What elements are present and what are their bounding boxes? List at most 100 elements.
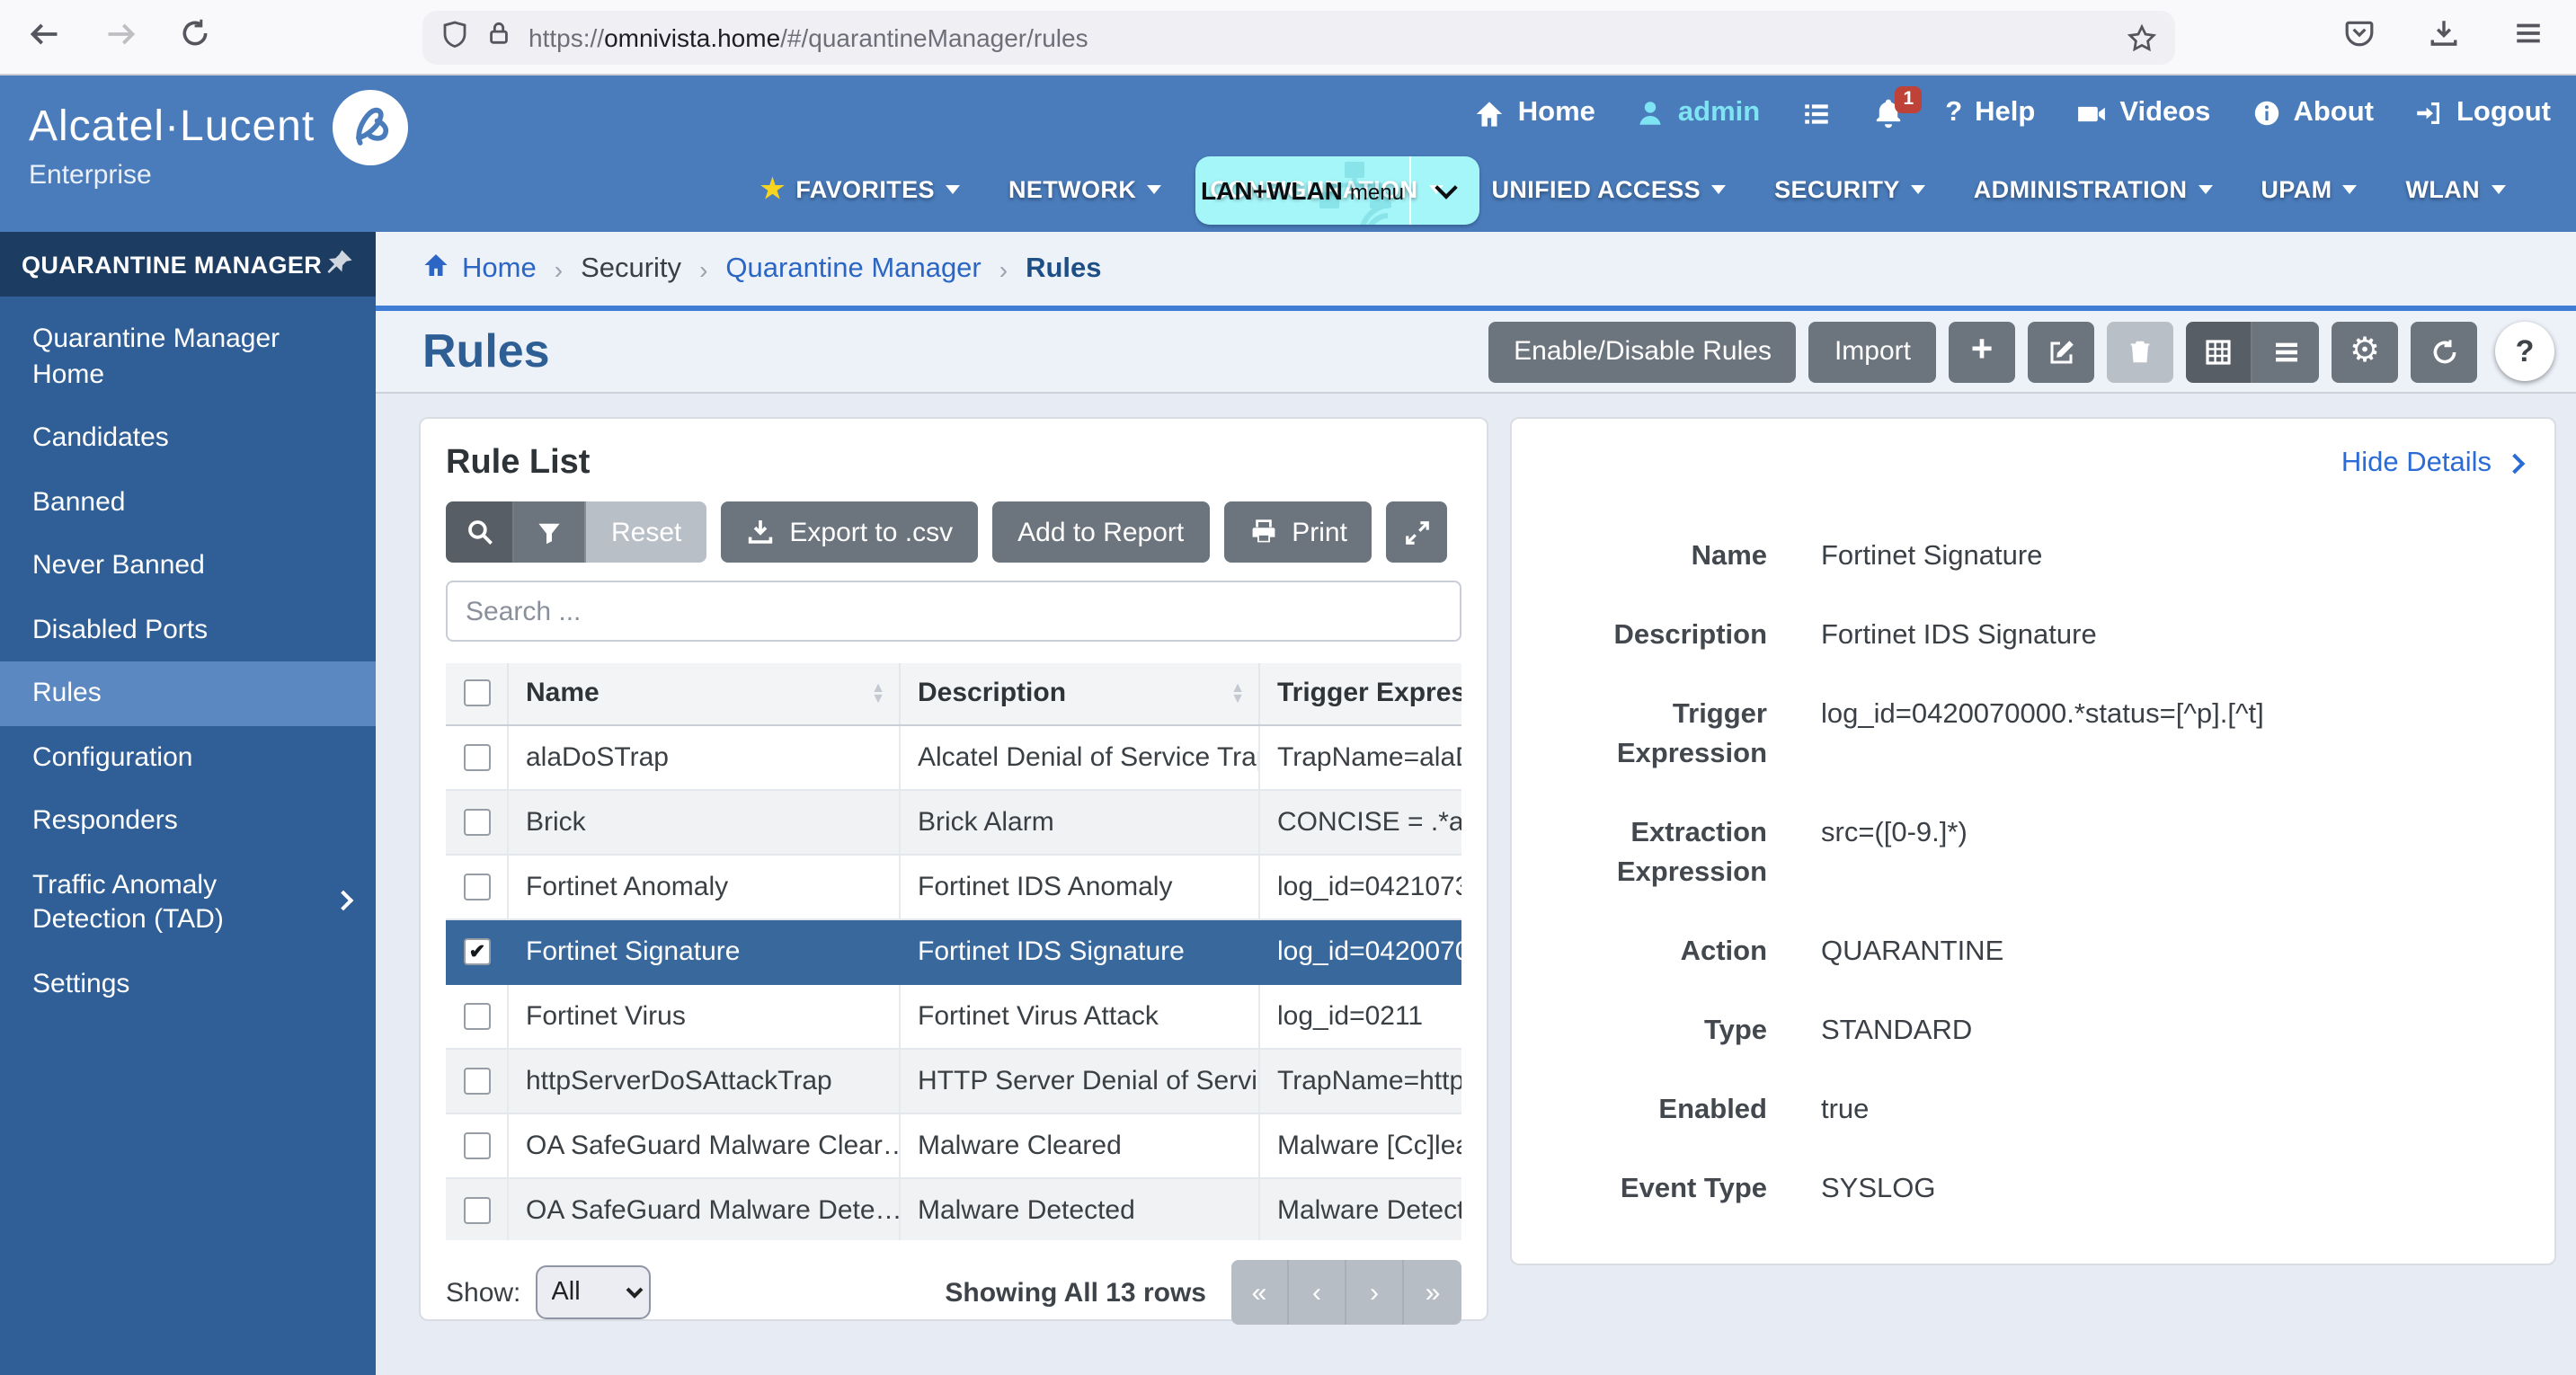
breadcrumb-home[interactable]: Home <box>422 251 537 287</box>
table-row-brick[interactable]: BrickBrick AlarmCONCISE = .*alarm c <box>446 789 1461 854</box>
lan-wlan-menu-button[interactable]: LAN+WLANmenu <box>1195 156 1479 225</box>
admin-user-link[interactable]: admin <box>1637 97 1760 129</box>
sidebar-item-rules[interactable]: Rules <box>0 661 376 725</box>
browser-back-icon[interactable] <box>29 17 61 58</box>
add-to-report-button[interactable]: Add to Report <box>992 501 1209 563</box>
cell-name: OA SafeGuard Malware Clear… <box>507 1113 899 1177</box>
breadcrumb-quarantine-manager[interactable]: Quarantine Manager <box>725 253 981 285</box>
home-link[interactable]: Home <box>1475 97 1595 129</box>
cell-trigger: Malware [Cc]leared <box>1258 1113 1461 1177</box>
sidebar-item-settings[interactable]: Settings <box>0 952 376 1016</box>
edit-rule-button[interactable] <box>2028 321 2094 382</box>
detail-row-action: ActionQUARANTINE <box>1537 933 2529 972</box>
logout-link[interactable]: Logout <box>2415 97 2551 129</box>
row-checkbox[interactable] <box>464 1067 491 1094</box>
task-list-icon[interactable] <box>1801 98 1832 129</box>
table-row-fortinet-anomaly[interactable]: Fortinet AnomalyFortinet IDS Anomalylog_… <box>446 854 1461 918</box>
column-header-name[interactable]: Name ▲▼ <box>507 663 899 724</box>
row-checkbox[interactable] <box>464 743 491 770</box>
table-row-aladostrap[interactable]: alaDoSTrapAlcatel Denial of Service Trap… <box>446 724 1461 789</box>
delete-rule-button[interactable] <box>2107 321 2173 382</box>
download-icon[interactable] <box>2429 18 2459 58</box>
filter-button[interactable] <box>514 501 586 563</box>
nav-wlan[interactable]: WLAN <box>2405 175 2505 202</box>
shield-icon[interactable] <box>440 19 469 57</box>
videos-link[interactable]: Videos <box>2076 97 2210 129</box>
search-button[interactable] <box>446 501 514 563</box>
hide-details-link[interactable]: Hide Details <box>2341 448 2522 480</box>
cell-trigger: Malware Detected * <box>1258 1177 1461 1240</box>
pin-icon[interactable] <box>325 247 354 281</box>
sidebar-item-traffic-anomaly-detection-tad[interactable]: Traffic Anomaly Detection (TAD) <box>0 853 376 952</box>
sort-arrows-icon[interactable]: ▲▼ <box>871 683 885 705</box>
nav-administration[interactable]: ADMINISTRATION <box>1974 175 2213 202</box>
rule-list-actions: Reset Export to .csv Add to Report Print <box>446 501 1461 563</box>
row-checkbox[interactable] <box>464 1196 491 1223</box>
pagination-prev-button[interactable]: ‹ <box>1289 1260 1346 1325</box>
export-csv-button[interactable]: Export to .csv <box>721 501 978 563</box>
nav-network[interactable]: NETWORK <box>1008 175 1161 202</box>
select-all-checkbox[interactable] <box>464 680 491 707</box>
sidebar-item-disabled-ports[interactable]: Disabled Ports <box>0 598 376 661</box>
sidebar: QUARANTINE MANAGER Quarantine Manager Ho… <box>0 232 376 1375</box>
page-size-select[interactable]: All <box>535 1265 650 1319</box>
row-checkbox[interactable] <box>464 808 491 835</box>
rule-table-wrap: Name▲▼Description▲▼Trigger Expression▲▼ … <box>446 663 1461 1240</box>
pocket-icon[interactable] <box>2344 18 2375 58</box>
lock-icon[interactable] <box>485 20 512 56</box>
home-icon <box>422 251 449 287</box>
row-checkbox[interactable] <box>464 1131 491 1158</box>
refresh-button[interactable] <box>2411 321 2477 382</box>
pagination-first-button[interactable]: « <box>1231 1260 1289 1325</box>
notifications-bell-icon[interactable]: 1 <box>1873 98 1904 129</box>
sidebar-item-candidates[interactable]: Candidates <box>0 406 376 470</box>
row-checkbox[interactable] <box>464 873 491 900</box>
bookmark-star-icon[interactable] <box>2127 22 2157 53</box>
menu-hamburger-icon[interactable] <box>2513 18 2544 58</box>
add-rule-button[interactable]: + <box>1949 321 2015 382</box>
sidebar-item-configuration[interactable]: Configuration <box>0 725 376 789</box>
column-header-trigger-expression[interactable]: Trigger Expression▲▼ <box>1258 663 1461 724</box>
sidebar-item-banned[interactable]: Banned <box>0 470 376 534</box>
list-view-button[interactable] <box>2252 321 2319 382</box>
reset-button[interactable]: Reset <box>586 501 706 563</box>
sidebar-item-quarantine-manager-home[interactable]: Quarantine Manager Home <box>0 307 376 406</box>
nav-label: WLAN <box>2405 175 2480 202</box>
nav-unified-access[interactable]: UNIFIED ACCESS <box>1491 175 1726 202</box>
sidebar-item-responders[interactable]: Responders <box>0 789 376 853</box>
column-header-description[interactable]: Description ▲▼ <box>899 663 1258 724</box>
column-header-label: Name <box>526 679 600 709</box>
pagination-next-button[interactable]: › <box>1346 1260 1404 1325</box>
table-view-button[interactable] <box>2186 321 2252 382</box>
address-bar[interactable]: https://omnivista.home/#/quarantineManag… <box>422 11 2175 65</box>
sidebar-item-never-banned[interactable]: Never Banned <box>0 534 376 598</box>
search-input[interactable] <box>446 581 1461 642</box>
column-header-label: Description <box>918 679 1066 709</box>
browser-refresh-icon[interactable] <box>180 18 210 58</box>
about-link[interactable]: About <box>2252 97 2374 129</box>
nav-security[interactable]: SECURITY <box>1774 175 1925 202</box>
sort-arrows-icon[interactable]: ▲▼ <box>1230 683 1245 705</box>
row-checkbox[interactable] <box>464 1002 491 1029</box>
breadcrumb-security: Security <box>581 253 681 285</box>
table-row-oa-safeguard-malware-clear[interactable]: OA SafeGuard Malware Clear…Malware Clear… <box>446 1113 1461 1177</box>
settings-gear-button[interactable]: ⚙ <box>2332 321 2398 382</box>
nav-favorites[interactable]: ★FAVORITES <box>760 173 960 205</box>
table-row-httpserverdosattacktrap[interactable]: httpServerDoSAttackTrapHTTP Server Denia… <box>446 1048 1461 1113</box>
enable-disable-rules-button[interactable]: Enable/Disable Rules <box>1488 321 1797 382</box>
cell-description: Fortinet IDS Anomaly <box>899 854 1258 918</box>
row-checkbox[interactable]: ✔ <box>464 937 491 964</box>
row-checkbox-cell <box>446 724 507 789</box>
table-row-fortinet-signature[interactable]: ✔Fortinet SignatureFortinet IDS Signatur… <box>446 918 1461 983</box>
nav-upam[interactable]: UPAM <box>2261 175 2357 202</box>
table-row-fortinet-virus[interactable]: Fortinet VirusFortinet Virus Attacklog_i… <box>446 983 1461 1048</box>
print-button[interactable]: Print <box>1223 501 1372 563</box>
browser-forward-icon[interactable] <box>104 17 137 58</box>
help-link[interactable]: ?Help <box>1945 97 2035 129</box>
sidebar-item-label: Responders <box>32 805 178 836</box>
import-button[interactable]: Import <box>1809 321 1936 382</box>
help-circle-button[interactable]: ? <box>2495 322 2554 381</box>
expand-button[interactable] <box>1387 501 1448 563</box>
table-row-oa-safeguard-malware-dete[interactable]: OA SafeGuard Malware Dete…Malware Detect… <box>446 1177 1461 1240</box>
pagination-last-button[interactable]: » <box>1404 1260 1461 1325</box>
